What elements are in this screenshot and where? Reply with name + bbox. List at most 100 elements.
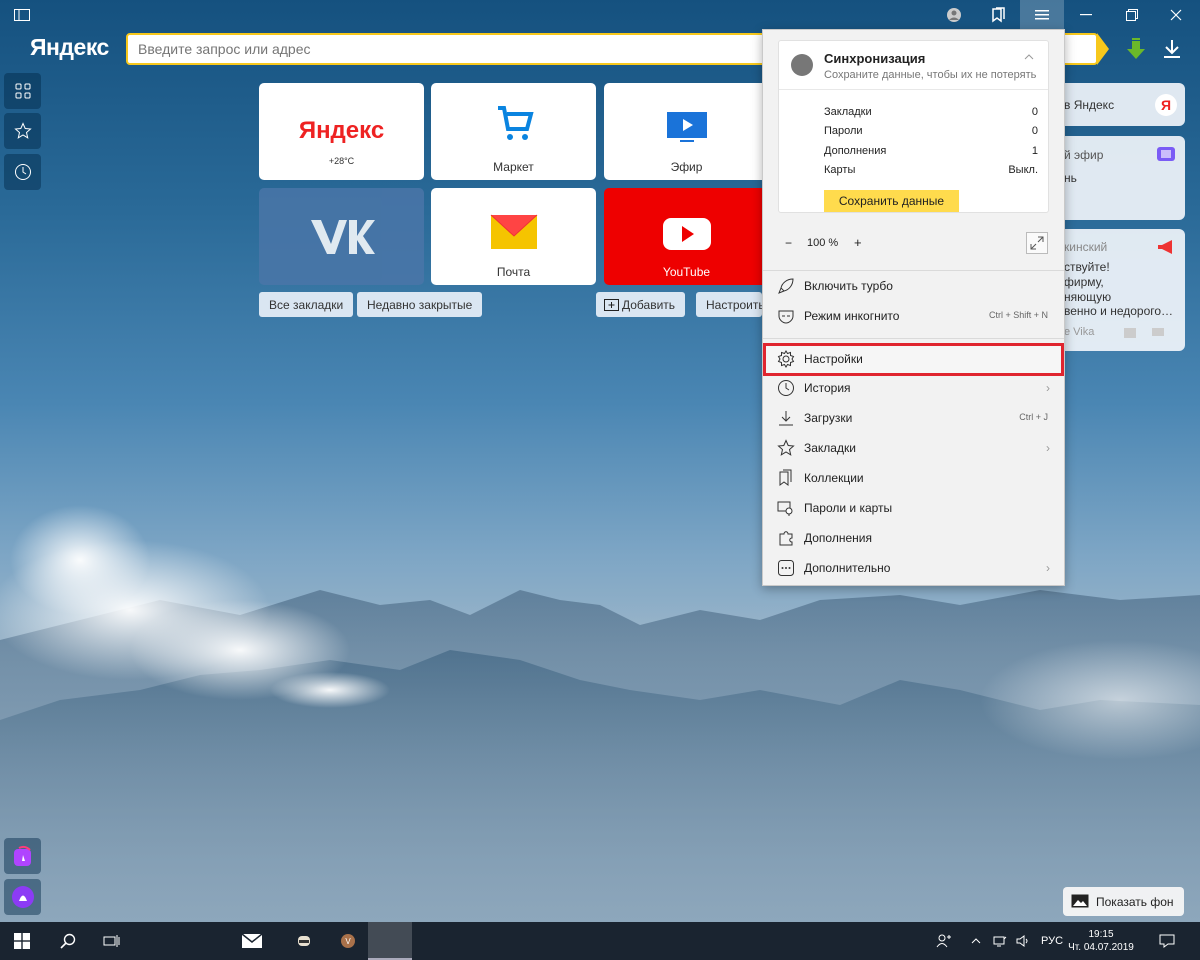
- incognito-mask-icon: [778, 310, 794, 324]
- image-icon: [1124, 328, 1136, 338]
- profile-icon[interactable]: [932, 0, 976, 30]
- sync-row-passwords: Пароли 0: [824, 125, 1038, 137]
- collections-icon: [779, 469, 792, 486]
- menu-item-collections[interactable]: Коллекции: [763, 463, 1064, 493]
- restore-icon[interactable]: [1110, 0, 1154, 30]
- start-button[interactable]: [0, 922, 44, 960]
- minimize-icon[interactable]: [1064, 0, 1108, 30]
- close-icon[interactable]: [1154, 0, 1198, 30]
- show-background-label: Показать фон: [1096, 895, 1174, 909]
- avatar-letter: V: [345, 936, 351, 946]
- widget-efir[interactable]: й эфир нь: [1058, 136, 1185, 220]
- widget-line: ствуйте!: [1064, 260, 1110, 274]
- browser-main-menu: Синхронизация Сохраните данные, чтобы их…: [762, 29, 1065, 586]
- sync-row-value: 0: [1031, 106, 1038, 118]
- comment-icon: [1152, 328, 1164, 336]
- clock-time: 19:15: [1088, 929, 1114, 940]
- mail-envelope-icon: [241, 933, 263, 948]
- star-icon: [13, 122, 32, 139]
- sidebar-apps-button[interactable]: [4, 73, 41, 109]
- menu-item-settings[interactable]: Настройки: [763, 343, 1064, 376]
- taskbar-app-3[interactable]: V: [326, 922, 370, 960]
- user-avatar: V: [341, 934, 355, 948]
- tray-chevron-up-icon[interactable]: [966, 922, 986, 960]
- collections-icon[interactable]: [976, 0, 1020, 30]
- menu-item-passwords[interactable]: Пароли и карты: [763, 493, 1064, 523]
- download-icon: [779, 411, 793, 426]
- zoom-out-button[interactable]: −: [785, 236, 792, 250]
- customize-button[interactable]: Настроить: [696, 292, 762, 317]
- tile-efir[interactable]: Эфир: [604, 83, 769, 180]
- download-extension-icon[interactable]: [1124, 37, 1148, 61]
- zoom-in-button[interactable]: +: [854, 235, 862, 250]
- yandex-y-icon: Я: [1155, 94, 1177, 116]
- sidebar-alice-button[interactable]: [4, 879, 41, 915]
- taskbar-app-2[interactable]: [282, 922, 326, 960]
- language-indicator[interactable]: РУС: [1037, 922, 1067, 960]
- divider: [779, 89, 1048, 90]
- tile-market[interactable]: Маркет: [431, 83, 596, 180]
- taskbar-yandex-browser[interactable]: [368, 922, 412, 960]
- sync-row-value: 1: [1031, 145, 1038, 157]
- efir-badge-icon: [1157, 147, 1175, 161]
- menu-item-bookmarks[interactable]: Закладки ›: [763, 433, 1064, 463]
- menu-item-label: Настройки: [804, 352, 863, 366]
- menu-item-label: Включить турбо: [804, 279, 893, 293]
- menu-item-incognito[interactable]: Режим инкогнито Ctrl + Shift + N: [763, 301, 1064, 331]
- menu-item-extensions[interactable]: Дополнения: [763, 523, 1064, 553]
- save-data-button[interactable]: Сохранить данные: [824, 190, 959, 212]
- rocket-icon: [778, 278, 794, 294]
- sync-title: Синхронизация: [824, 51, 926, 66]
- widget-line: венно и недорого…: [1064, 304, 1174, 318]
- widget-zen[interactable]: кинский ствуйте! фирму, няющую венно и н…: [1058, 229, 1185, 351]
- sync-avatar-icon: [791, 54, 813, 76]
- menu-item-label: Пароли и карты: [804, 501, 893, 515]
- show-background-button[interactable]: Показать фон: [1063, 887, 1184, 916]
- gear-icon: [777, 350, 795, 368]
- all-bookmarks-button[interactable]: Все закладки: [259, 292, 354, 317]
- tile-yandex[interactable]: Яндекс +28°C: [259, 83, 424, 180]
- address-go-arrow[interactable]: [1097, 33, 1109, 65]
- menu-icon[interactable]: [1020, 0, 1064, 30]
- windows-taskbar: V РУС 19:15 Чт. 04.07.2019: [0, 922, 1200, 960]
- sidebar-bookmarks-button[interactable]: [4, 113, 41, 149]
- tile-vk[interactable]: [259, 188, 424, 285]
- sidebar-toggle-icon[interactable]: [0, 0, 44, 30]
- clock[interactable]: 19:15 Чт. 04.07.2019: [1068, 922, 1134, 960]
- menu-item-downloads[interactable]: Загрузки Ctrl + J: [763, 403, 1064, 433]
- clock-icon: [778, 380, 794, 396]
- taskbar-mail-app[interactable]: [230, 922, 274, 960]
- recently-closed-button[interactable]: Недавно закрытые: [357, 292, 483, 317]
- people-icon[interactable]: [932, 922, 956, 960]
- sync-row-label: Дополнения: [824, 145, 887, 157]
- task-view-button[interactable]: [90, 922, 134, 960]
- network-icon[interactable]: [990, 922, 1010, 960]
- windows-logo-icon: [14, 933, 30, 949]
- menu-item-history[interactable]: История ›: [763, 373, 1064, 403]
- yandex-logo[interactable]: Яндекс: [30, 34, 109, 61]
- widget-yandex[interactable]: в Яндекс Я: [1058, 83, 1185, 126]
- mail-icon: [490, 214, 537, 249]
- chevron-up-icon[interactable]: [1024, 54, 1034, 60]
- clock-date: Чт. 04.07.2019: [1068, 942, 1134, 953]
- tile-pochta[interactable]: Почта: [431, 188, 596, 285]
- tile-youtube[interactable]: YouTube: [604, 188, 769, 285]
- downloads-icon[interactable]: [1160, 37, 1184, 61]
- tile-label: Почта: [496, 265, 531, 279]
- notifications-icon[interactable]: [1150, 922, 1184, 960]
- widget-line: фирму,: [1064, 275, 1104, 289]
- menu-item-more[interactable]: Дополнительно ›: [763, 553, 1064, 583]
- search-button[interactable]: [46, 922, 90, 960]
- sidebar-alice-apps-button[interactable]: [4, 838, 41, 874]
- fullscreen-button[interactable]: [1026, 232, 1048, 254]
- widget-line: няющую: [1064, 290, 1112, 304]
- shortcut-text: Ctrl + Shift + N: [988, 310, 1048, 320]
- sync-row-extensions: Дополнения 1: [824, 145, 1038, 157]
- add-tile-button[interactable]: Добавить: [596, 292, 686, 317]
- sidebar-history-button[interactable]: [4, 154, 41, 190]
- volume-icon[interactable]: [1013, 922, 1033, 960]
- sync-row-bookmarks: Закладки 0: [824, 106, 1038, 118]
- menu-item-turbo[interactable]: Включить турбо: [763, 271, 1064, 301]
- divider: [763, 338, 1064, 339]
- menu-item-label: Загрузки: [804, 411, 853, 425]
